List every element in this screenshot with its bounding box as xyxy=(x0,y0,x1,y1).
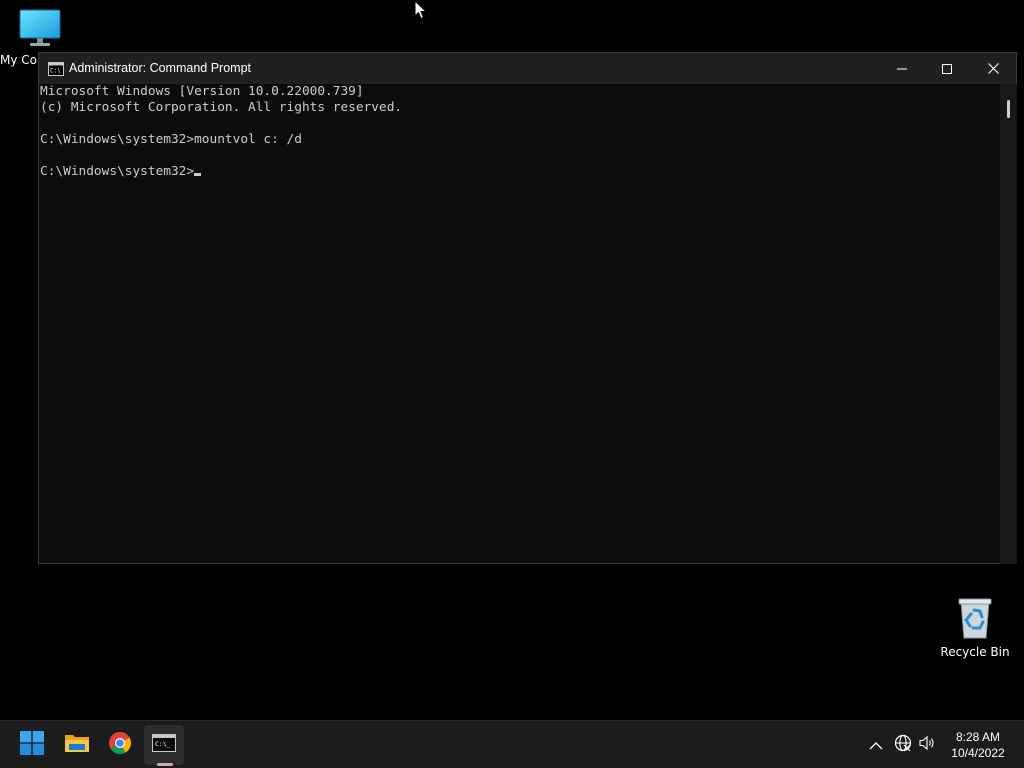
volume-icon xyxy=(919,735,937,755)
console-prompt-line[interactable]: C:\Windows\system32> xyxy=(40,164,202,180)
taskbar-clock[interactable]: 8:28 AM 10/4/2022 xyxy=(945,729,1011,761)
clock-date: 10/4/2022 xyxy=(951,746,1005,760)
network-icon xyxy=(894,734,912,756)
show-hidden-icons-button[interactable] xyxy=(866,735,886,755)
taskbar-chrome[interactable] xyxy=(100,725,140,765)
vertical-scrollbar[interactable] xyxy=(1000,84,1017,564)
command-prompt-window[interactable]: C:\ Administrator: Command Prompt Micros… xyxy=(38,52,1017,564)
console-output[interactable]: Microsoft Windows [Version 10.0.22000.73… xyxy=(39,84,1000,564)
desktop-icon-label: Recycle Bin xyxy=(940,645,1010,659)
window-title: Administrator: Command Prompt xyxy=(69,61,252,75)
desktop-icon-recycle-bin[interactable]: Recycle Bin xyxy=(938,596,1012,659)
taskbar-file-explorer[interactable] xyxy=(57,725,97,765)
text-cursor xyxy=(194,173,202,176)
cmd-icon: C:\_ xyxy=(152,734,176,756)
chevron-up-icon xyxy=(869,736,883,755)
active-app-indicator xyxy=(157,763,173,766)
network-button[interactable] xyxy=(893,734,913,756)
monitor-icon xyxy=(0,8,80,51)
scrollbar-thumb[interactable] xyxy=(1007,100,1010,118)
desktop: My Computer Recycle Bin C:\ xyxy=(0,0,1024,720)
clock-time: 8:28 AM xyxy=(955,730,1001,744)
window-titlebar[interactable]: C:\ Administrator: Command Prompt xyxy=(39,53,1016,84)
console-line: C:\Windows\system32>mountvol c: /d xyxy=(40,132,302,147)
windows-logo-icon xyxy=(20,731,44,759)
folder-icon xyxy=(64,732,90,758)
volume-button[interactable] xyxy=(918,735,938,755)
svg-text:C:\: C:\ xyxy=(50,68,61,75)
taskbar: C:\_ 8:28 AM 10/4/2022 xyxy=(0,720,1024,768)
maximize-button[interactable] xyxy=(924,53,970,84)
start-button[interactable] xyxy=(12,725,52,765)
console-line: (c) Microsoft Corporation. All rights re… xyxy=(40,100,403,115)
minimize-icon xyxy=(897,59,907,78)
close-button[interactable] xyxy=(970,53,1016,84)
svg-text:C:\_: C:\_ xyxy=(155,740,171,748)
maximize-icon xyxy=(942,59,952,78)
cmd-icon: C:\ xyxy=(48,61,64,76)
chrome-icon xyxy=(108,731,132,759)
console-prompt: C:\Windows\system32> xyxy=(40,164,195,179)
mouse-pointer-icon xyxy=(414,0,428,20)
taskbar-command-prompt[interactable]: C:\_ xyxy=(144,725,184,765)
recycle-bin-icon xyxy=(938,596,1012,643)
console-line: Microsoft Windows [Version 10.0.22000.73… xyxy=(40,84,364,99)
close-icon xyxy=(987,59,999,78)
minimize-button[interactable] xyxy=(879,53,925,84)
